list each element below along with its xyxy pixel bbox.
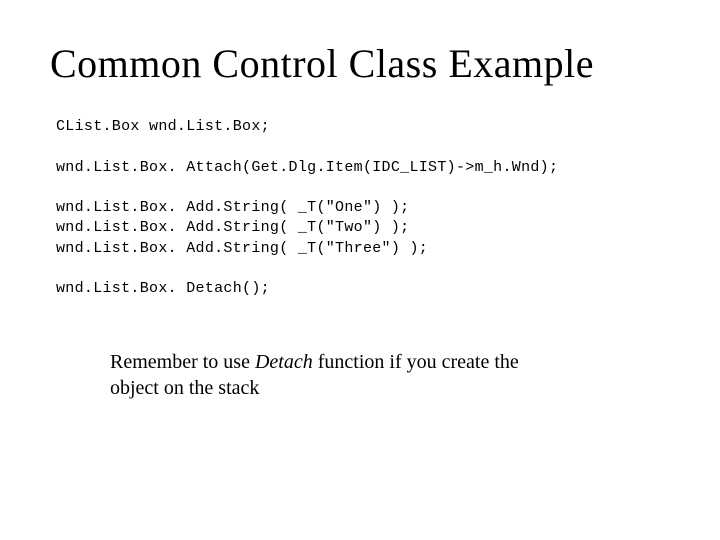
slide-title: Common Control Class Example: [50, 40, 670, 87]
note-pre: Remember to use: [110, 351, 255, 373]
code-line-6: wnd.List.Box. Add.String( _T("Two") );: [56, 219, 409, 236]
code-line-5: wnd.List.Box. Add.String( _T("One") );: [56, 199, 409, 216]
note-italic: Detach: [255, 351, 313, 373]
code-line-7: wnd.List.Box. Add.String( _T("Three") );: [56, 240, 428, 257]
slide: Common Control Class Example CList.Box w…: [0, 0, 720, 540]
note-text: Remember to use Detach function if you c…: [110, 349, 530, 401]
code-line-9: wnd.List.Box. Detach();: [56, 280, 270, 297]
code-line-3: wnd.List.Box. Attach(Get.Dlg.Item(IDC_LI…: [56, 159, 558, 176]
code-line-1: CList.Box wnd.List.Box;: [56, 118, 270, 135]
code-example: CList.Box wnd.List.Box; wnd.List.Box. At…: [56, 117, 670, 299]
